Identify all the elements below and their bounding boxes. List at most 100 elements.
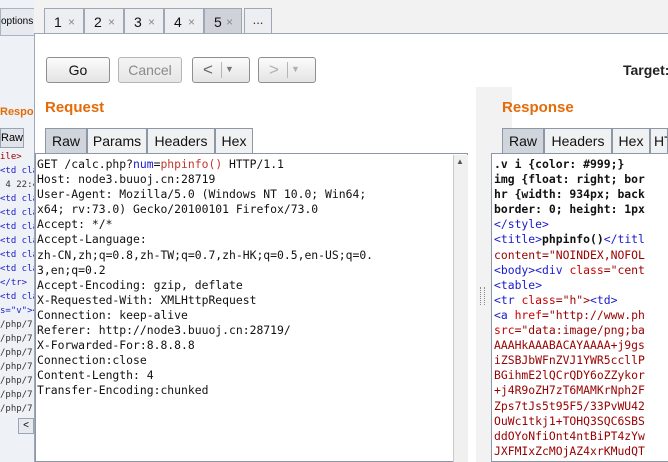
background-line: ile> bbox=[0, 152, 22, 162]
request-token: 3,en;q=0.2 bbox=[37, 262, 106, 277]
response-line: AAAHkAAABACAYAAAA+j9gs bbox=[494, 338, 668, 353]
response-token: AAAHkAAABACAYAAAA+j9gs bbox=[494, 338, 645, 353]
chevron-left-icon: < bbox=[203, 60, 213, 79]
request-tab-raw[interactable]: Raw bbox=[45, 128, 87, 154]
button-separator bbox=[287, 62, 288, 78]
response-line: src="data:image/png;ba bbox=[494, 323, 668, 338]
request-token: X-Requested-With: XMLHttpRequest bbox=[37, 292, 257, 307]
response-line: <title>phpinfo()</titl bbox=[494, 232, 668, 247]
response-line: img {float: right; bor bbox=[494, 172, 668, 187]
request-token: Connection: keep-alive bbox=[37, 307, 188, 322]
close-icon[interactable]: × bbox=[188, 9, 195, 35]
request-line: 3,en;q=0.2 bbox=[37, 263, 453, 278]
request-line: Connection: keep-alive bbox=[37, 308, 453, 323]
request-token: HTTP/1.1 bbox=[222, 157, 284, 171]
request-line: Referer: http://node3.buuoj.cn:28719/ bbox=[37, 323, 453, 338]
cancel-button[interactable]: Cancel bbox=[118, 57, 182, 83]
repeater-tab-4[interactable]: 4 × bbox=[164, 8, 204, 34]
chevron-right-icon: > bbox=[269, 60, 279, 79]
response-token: <td> bbox=[590, 292, 618, 307]
response-token: <table> bbox=[494, 277, 543, 292]
response-tab-headers[interactable]: Headers bbox=[544, 128, 612, 154]
request-line: Accept-Language: bbox=[37, 232, 453, 247]
background-options-button[interactable]: options bbox=[0, 8, 34, 36]
response-editor[interactable]: .v i {color: #999;} img {float: right; bo… bbox=[494, 157, 668, 462]
request-token: Connection:close bbox=[37, 353, 147, 368]
request-tab-hex[interactable]: Hex bbox=[215, 128, 253, 154]
request-line: Accept-Encoding: gzip, deflate bbox=[37, 278, 453, 293]
response-token: <title> bbox=[494, 232, 543, 247]
background-response-label: Respons bbox=[0, 106, 34, 118]
response-token: <tr bbox=[494, 292, 522, 307]
request-line: GET /calc.php?num=phpinfo() HTTP/1.1 bbox=[37, 157, 453, 172]
response-token: ddOYoNfiOnt4ntBiPT4zYw bbox=[494, 428, 645, 443]
repeater-tab-3[interactable]: 3 × bbox=[124, 8, 164, 34]
response-line: <body><div class="cent bbox=[494, 263, 668, 278]
tab-label: 3 bbox=[134, 14, 142, 30]
chevron-down-icon[interactable]: ▼ bbox=[225, 64, 234, 74]
response-token: <a bbox=[494, 307, 515, 322]
tab-label: 4 bbox=[174, 14, 182, 30]
close-icon[interactable]: × bbox=[226, 9, 233, 35]
request-token: X-Forwarded-For:8.8.8.8 bbox=[37, 338, 195, 353]
request-token: Referer: http://node3.buuoj.cn:28719/ bbox=[37, 323, 291, 338]
request-scrollbar[interactable]: ▲ bbox=[453, 155, 468, 462]
request-line: Transfer-Encoding:chunked bbox=[37, 383, 453, 398]
response-tab-html[interactable]: HT bbox=[650, 128, 668, 154]
request-tab-headers[interactable]: Headers bbox=[147, 128, 215, 154]
request-line: Content-Length: 4 bbox=[37, 368, 453, 383]
go-button[interactable]: Go bbox=[46, 57, 110, 83]
background-line: /php/7.0 bbox=[0, 348, 34, 358]
close-icon[interactable]: × bbox=[108, 9, 115, 35]
tab-label: 1 bbox=[54, 14, 62, 30]
scroll-up-icon[interactable]: ▲ bbox=[454, 157, 466, 167]
repeater-tab-5[interactable]: 5 × bbox=[204, 8, 242, 34]
tab-label: 2 bbox=[94, 14, 102, 30]
background-line: <td clas bbox=[0, 250, 34, 260]
response-line: Zps7tJs5t95F5/33PvWU42 bbox=[494, 399, 668, 414]
repeater-window: 1 × 2 × 3 × 4 × 5 × ... Go Cancel < ▼ > ▼ Tar… bbox=[34, 0, 668, 462]
request-title: Request bbox=[45, 99, 105, 116]
response-line: border: 0; height: 1px bbox=[494, 202, 668, 217]
response-line: <tr class="h"><td> bbox=[494, 293, 668, 308]
request-token: x64; rv:73.0) Gecko/20100101 Firefox/73.… bbox=[37, 202, 319, 217]
response-token: ="http://www.ph bbox=[542, 307, 645, 322]
background-scroll-left-button[interactable]: < bbox=[18, 418, 34, 434]
background-raw-tab[interactable]: Raw bbox=[0, 128, 24, 148]
background-response-lines: ile> <td clas 4 22:49 <td clas <td clas <td … bbox=[0, 150, 34, 416]
response-line: JXFMIxZcMOjAZ4xrKMudQT bbox=[494, 444, 668, 459]
response-token: BGihmE2lQCrQDY6oZZykor bbox=[494, 368, 645, 383]
response-line: <table> bbox=[494, 278, 668, 293]
response-line: OuWc1tkj1+TOHQ3SQC6SBS bbox=[494, 414, 668, 429]
background-line: /php/7.0 bbox=[0, 404, 34, 414]
response-token: ="cent bbox=[603, 262, 645, 277]
request-tab-params[interactable]: Params bbox=[87, 128, 147, 154]
background-line: /php/7.0 bbox=[0, 362, 34, 372]
response-token: ="data:image/png;ba bbox=[514, 323, 645, 338]
splitter-grip-icon[interactable] bbox=[480, 287, 485, 305]
response-token: OuWc1tkj1+TOHQ3SQC6SBS bbox=[494, 413, 645, 428]
request-editor[interactable]: GET /calc.php?num=phpinfo() HTTP/1.1 Host… bbox=[37, 157, 453, 462]
response-token: class bbox=[521, 292, 556, 307]
response-token: </titl bbox=[603, 232, 645, 247]
close-icon[interactable]: × bbox=[148, 9, 155, 35]
response-line: </style> bbox=[494, 217, 668, 232]
response-tab-raw[interactable]: Raw bbox=[502, 128, 544, 154]
close-icon[interactable]: × bbox=[68, 9, 75, 35]
back-button[interactable]: < ▼ bbox=[192, 57, 250, 83]
more-tabs-button[interactable]: ... bbox=[244, 8, 272, 34]
chevron-down-icon[interactable]: ▼ bbox=[291, 64, 300, 74]
request-token: Accept-Language: bbox=[37, 232, 147, 247]
response-token: </style> bbox=[494, 217, 549, 232]
forward-button[interactable]: > ▼ bbox=[258, 57, 316, 83]
request-token: num bbox=[133, 157, 154, 171]
repeater-tab-1[interactable]: 1 × bbox=[44, 8, 84, 34]
background-line: /php/7.0 bbox=[0, 320, 34, 330]
response-token: content="NOINDEX,NOFOL bbox=[494, 247, 645, 262]
background-line: <td clas bbox=[0, 208, 34, 218]
response-line: BGihmE2lQCrQDY6oZZykor bbox=[494, 368, 668, 383]
response-token: class bbox=[569, 262, 604, 277]
repeater-tab-2[interactable]: 2 × bbox=[84, 8, 124, 34]
response-tab-hex[interactable]: Hex bbox=[612, 128, 650, 154]
response-token: ="h"> bbox=[555, 292, 591, 307]
